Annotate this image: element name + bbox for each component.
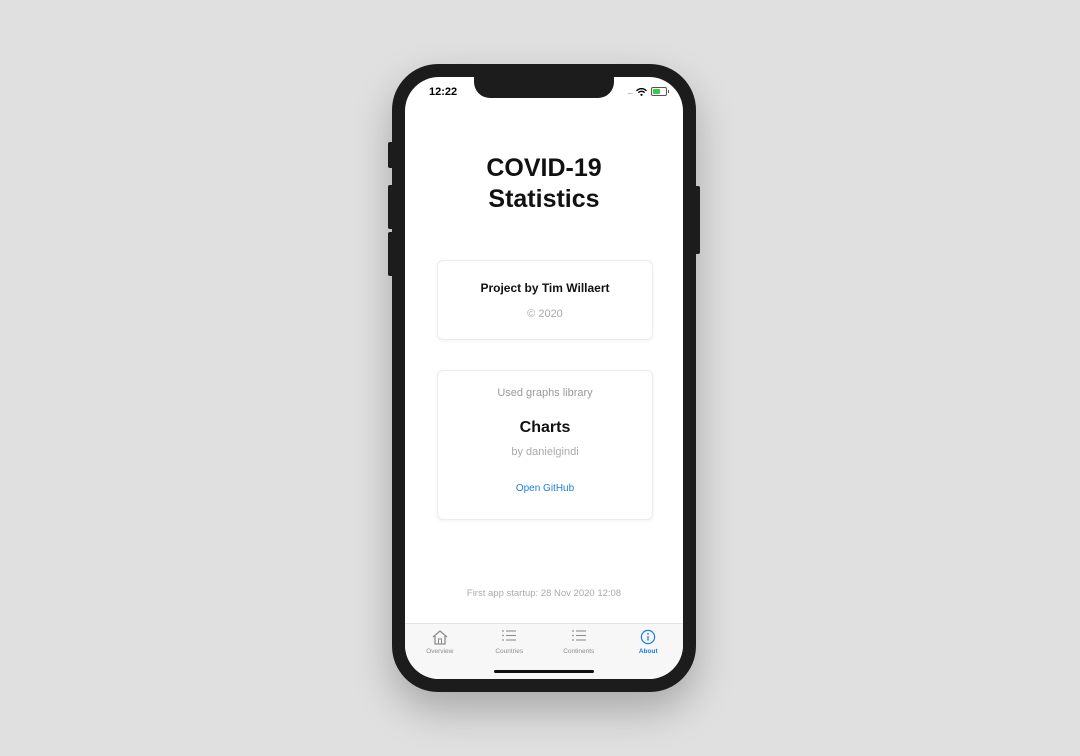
info-icon xyxy=(641,629,656,645)
power-button xyxy=(694,186,700,254)
library-card: Used graphs library Charts by danielgind… xyxy=(437,370,653,520)
tab-label: Countries xyxy=(495,648,524,655)
library-caption: Used graphs library xyxy=(497,387,593,399)
mute-switch xyxy=(388,142,394,168)
home-indicator[interactable] xyxy=(494,670,594,673)
tab-about[interactable]: About xyxy=(614,624,684,679)
house-icon xyxy=(432,630,448,645)
notch xyxy=(474,77,614,98)
title-line-2: Statistics xyxy=(488,185,600,213)
tab-label: About xyxy=(638,648,658,655)
app-screen: 12:22 .... COVID-19 Statistics Project b… xyxy=(405,77,683,679)
tab-label: Overview xyxy=(426,648,454,655)
tab-label: Continents xyxy=(563,648,595,655)
library-name: Charts xyxy=(519,419,571,436)
status-time: 12:22 xyxy=(429,86,458,98)
page-title: COVID-19 Statistics xyxy=(405,153,683,215)
open-github-link[interactable]: Open GitHub xyxy=(438,483,652,494)
copyright-text: © 2020 xyxy=(527,308,563,320)
phone-frame: 12:22 .... COVID-19 Statistics Project b… xyxy=(388,64,700,692)
volume-down-button xyxy=(388,232,394,276)
title-line-1: COVID-19 xyxy=(486,154,602,182)
list-icon xyxy=(502,630,517,641)
project-author: Project by Tim Willaert xyxy=(480,281,610,295)
battery-icon xyxy=(651,87,669,96)
volume-up-button xyxy=(388,185,394,229)
list-icon xyxy=(571,630,586,641)
wifi-icon xyxy=(636,87,647,96)
tab-overview[interactable]: Overview xyxy=(405,624,475,679)
status-indicators: .... xyxy=(627,87,669,96)
first-startup-text: First app startup: 28 Nov 2020 12:08 xyxy=(466,588,622,599)
library-author: by danielgindi xyxy=(511,446,579,458)
project-card: Project by Tim Willaert © 2020 xyxy=(437,260,653,340)
signal-icon: .... xyxy=(627,87,633,96)
